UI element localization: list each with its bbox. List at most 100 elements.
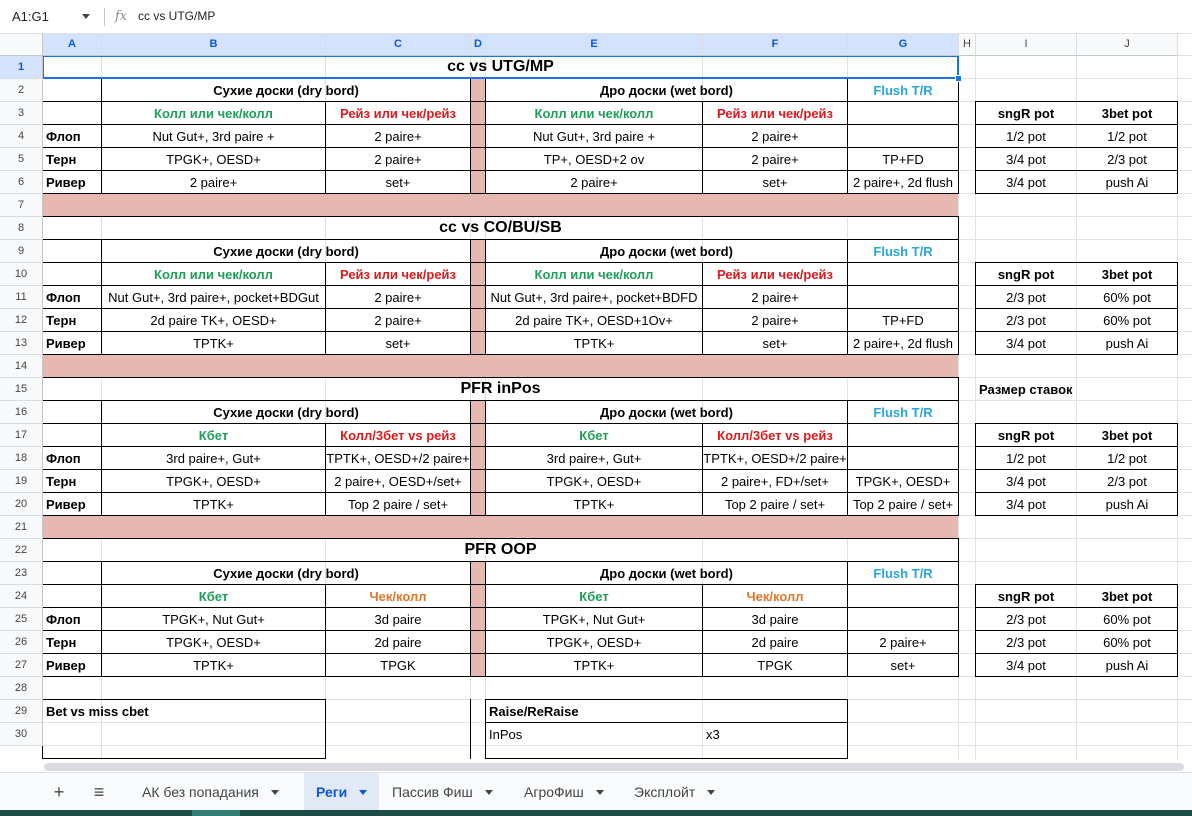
col-f-header[interactable]: Колл/3бет vs рейз — [703, 424, 847, 446]
dry-board-header[interactable]: Сухие доски (dry bord) — [102, 240, 470, 262]
sngr-pot-value[interactable]: 2/3 pot — [976, 286, 1076, 308]
sngr-pot-value[interactable]: 2/3 pot — [976, 608, 1076, 630]
cell-c[interactable]: 2 paire+ — [326, 125, 470, 147]
3bet-pot-value[interactable]: 2/3 pot — [1077, 148, 1177, 170]
cell-g[interactable]: Top 2 paire / set+ — [848, 493, 958, 515]
cell-f[interactable]: 2 paire+ — [703, 309, 847, 331]
cell-b[interactable]: 3rd paire+, Gut+ — [102, 447, 325, 469]
3bet-pot-value[interactable]: push Ai — [1077, 493, 1177, 515]
cell-b[interactable]: TPTK+ — [102, 654, 325, 676]
flush-header[interactable]: Flush T/R — [848, 562, 958, 584]
cell-g[interactable]: 2 paire+, 2d flush — [848, 171, 958, 193]
cell-c[interactable]: 2 paire+ — [326, 286, 470, 308]
cell-c[interactable]: 2 paire+ — [326, 148, 470, 170]
cell-c[interactable]: TPGK — [326, 654, 470, 676]
row-header-16[interactable]: 16 — [0, 401, 43, 424]
col-f-header[interactable]: Чек/колл — [703, 585, 847, 607]
cell-b[interactable]: TPGK+, Nut Gut+ — [102, 608, 325, 630]
3bet-pot-value[interactable]: 2/3 pot — [1077, 470, 1177, 492]
3bet-pot-value[interactable]: push Ai — [1077, 171, 1177, 193]
row-header-28[interactable]: 28 — [0, 677, 43, 700]
sngr-pot-value[interactable]: 3/4 pot — [976, 470, 1076, 492]
dry-board-header[interactable]: Сухие доски (dry bord) — [102, 79, 470, 101]
row-header-6[interactable]: 6 — [0, 171, 43, 194]
inpos-value[interactable]: x3 — [703, 723, 847, 745]
cell-b[interactable]: TPTK+ — [102, 493, 325, 515]
sngr-pot-header[interactable]: sngR pot — [976, 102, 1076, 124]
street-label[interactable]: Флоп — [43, 608, 101, 630]
section-title[interactable]: PFR OOP — [43, 539, 958, 561]
cell-b[interactable]: TPTK+ — [102, 332, 325, 354]
cell-c[interactable]: Top 2 paire / set+ — [326, 493, 470, 515]
row-header-23[interactable]: 23 — [0, 562, 43, 585]
column-header-c[interactable]: C — [326, 34, 471, 56]
flush-header[interactable]: Flush T/R — [848, 79, 958, 101]
cell-c[interactable]: set+ — [326, 171, 470, 193]
3bet-pot-value[interactable]: 60% pot — [1077, 608, 1177, 630]
row-header-26[interactable]: 26 — [0, 631, 43, 654]
row-header-15[interactable]: 15 — [0, 378, 43, 401]
section-title[interactable]: cc vs CO/BU/SB — [43, 217, 958, 239]
row-header-3[interactable]: 3 — [0, 102, 43, 125]
3bet-pot-header[interactable]: 3bet pot — [1077, 585, 1177, 607]
sngr-pot-header[interactable]: sngR pot — [976, 424, 1076, 446]
col-c-header[interactable]: Рейз или чек/рейз — [326, 102, 470, 124]
row-header-13[interactable]: 13 — [0, 332, 43, 355]
sngr-pot-header[interactable]: sngR pot — [976, 263, 1076, 285]
cell-e[interactable]: TPGK+, Nut Gut+ — [486, 608, 702, 630]
street-label[interactable]: Ривер — [43, 171, 101, 193]
cell-b[interactable]: 2 paire+ — [102, 171, 325, 193]
cell-f[interactable]: 2 paire+ — [703, 286, 847, 308]
3bet-pot-value[interactable]: 1/2 pot — [1077, 447, 1177, 469]
col-c-header[interactable]: Чек/колл — [326, 585, 470, 607]
col-c-header[interactable]: Рейз или чек/рейз — [326, 263, 470, 285]
cell-b[interactable]: 2d paire TK+, OESD+ — [102, 309, 325, 331]
3bet-pot-header[interactable]: 3bet pot — [1077, 424, 1177, 446]
row-header-12[interactable]: 12 — [0, 309, 43, 332]
col-e-header[interactable]: Колл или чек/колл — [486, 263, 702, 285]
dry-board-header[interactable]: Сухие доски (dry bord) — [102, 562, 470, 584]
scrollbar-thumb[interactable] — [44, 763, 1184, 771]
cell-c[interactable]: 2 paire+, OESD+/set+ — [326, 470, 470, 492]
cell-b[interactable]: Nut Gut+, 3rd paire+, pocket+BDGut — [102, 286, 325, 308]
cell-f[interactable]: 2 paire+ — [703, 148, 847, 170]
cell-e[interactable]: Nut Gut+, 3rd paire + — [486, 125, 702, 147]
cell-f[interactable]: 2d paire — [703, 631, 847, 653]
column-header-a[interactable]: A — [43, 34, 102, 56]
cell-c[interactable]: 3d paire — [326, 608, 470, 630]
row-header-7[interactable]: 7 — [0, 194, 43, 217]
col-b-header[interactable]: Колл или чек/колл — [102, 102, 325, 124]
wet-board-header[interactable]: Дро доски (wet bord) — [486, 562, 847, 584]
cell-c[interactable]: 2 paire+ — [326, 309, 470, 331]
row-header-4[interactable]: 4 — [0, 125, 43, 148]
sheet-tab-5[interactable]: Эксплойт — [622, 773, 727, 811]
col-f-header[interactable]: Рейз или чек/рейз — [703, 263, 847, 285]
cell-e[interactable]: TPGK+, OESD+ — [486, 470, 702, 492]
cell-g[interactable]: TP+FD — [848, 148, 958, 170]
cell-b[interactable]: TPGK+, OESD+ — [102, 148, 325, 170]
street-label[interactable]: Флоп — [43, 447, 101, 469]
cell-g[interactable]: TP+FD — [848, 309, 958, 331]
cell-c[interactable]: set+ — [326, 332, 470, 354]
chevron-down-icon[interactable] — [270, 789, 279, 795]
col-b-header[interactable]: Кбет — [102, 585, 325, 607]
dry-board-header[interactable]: Сухие доски (dry bord) — [102, 401, 470, 423]
sngr-pot-value[interactable]: 3/4 pot — [976, 654, 1076, 676]
chevron-down-icon[interactable] — [359, 789, 368, 795]
flush-header[interactable]: Flush T/R — [848, 401, 958, 423]
cell-g[interactable] — [848, 447, 958, 469]
street-label[interactable]: Терн — [43, 631, 101, 653]
row-header-10[interactable]: 10 — [0, 263, 43, 286]
cell-g[interactable]: 2 paire+, 2d flush — [848, 332, 958, 354]
wet-board-header[interactable]: Дро доски (wet bord) — [486, 401, 847, 423]
cell-g[interactable]: 2 paire+ — [848, 631, 958, 653]
col-b-header[interactable]: Кбет — [102, 424, 325, 446]
cell-b[interactable]: Nut Gut+, 3rd paire + — [102, 125, 325, 147]
cell-e[interactable]: 3rd paire+, Gut+ — [486, 447, 702, 469]
cell-e[interactable]: 2 paire+ — [486, 171, 702, 193]
row-header-9[interactable]: 9 — [0, 240, 43, 263]
cell-f[interactable]: TPTK+, OESD+/2 paire+ — [703, 447, 847, 469]
cell-f[interactable]: 3d paire — [703, 608, 847, 630]
row-header-5[interactable]: 5 — [0, 148, 43, 171]
sheet-tab-3[interactable]: Пассив Фиш — [380, 773, 505, 811]
